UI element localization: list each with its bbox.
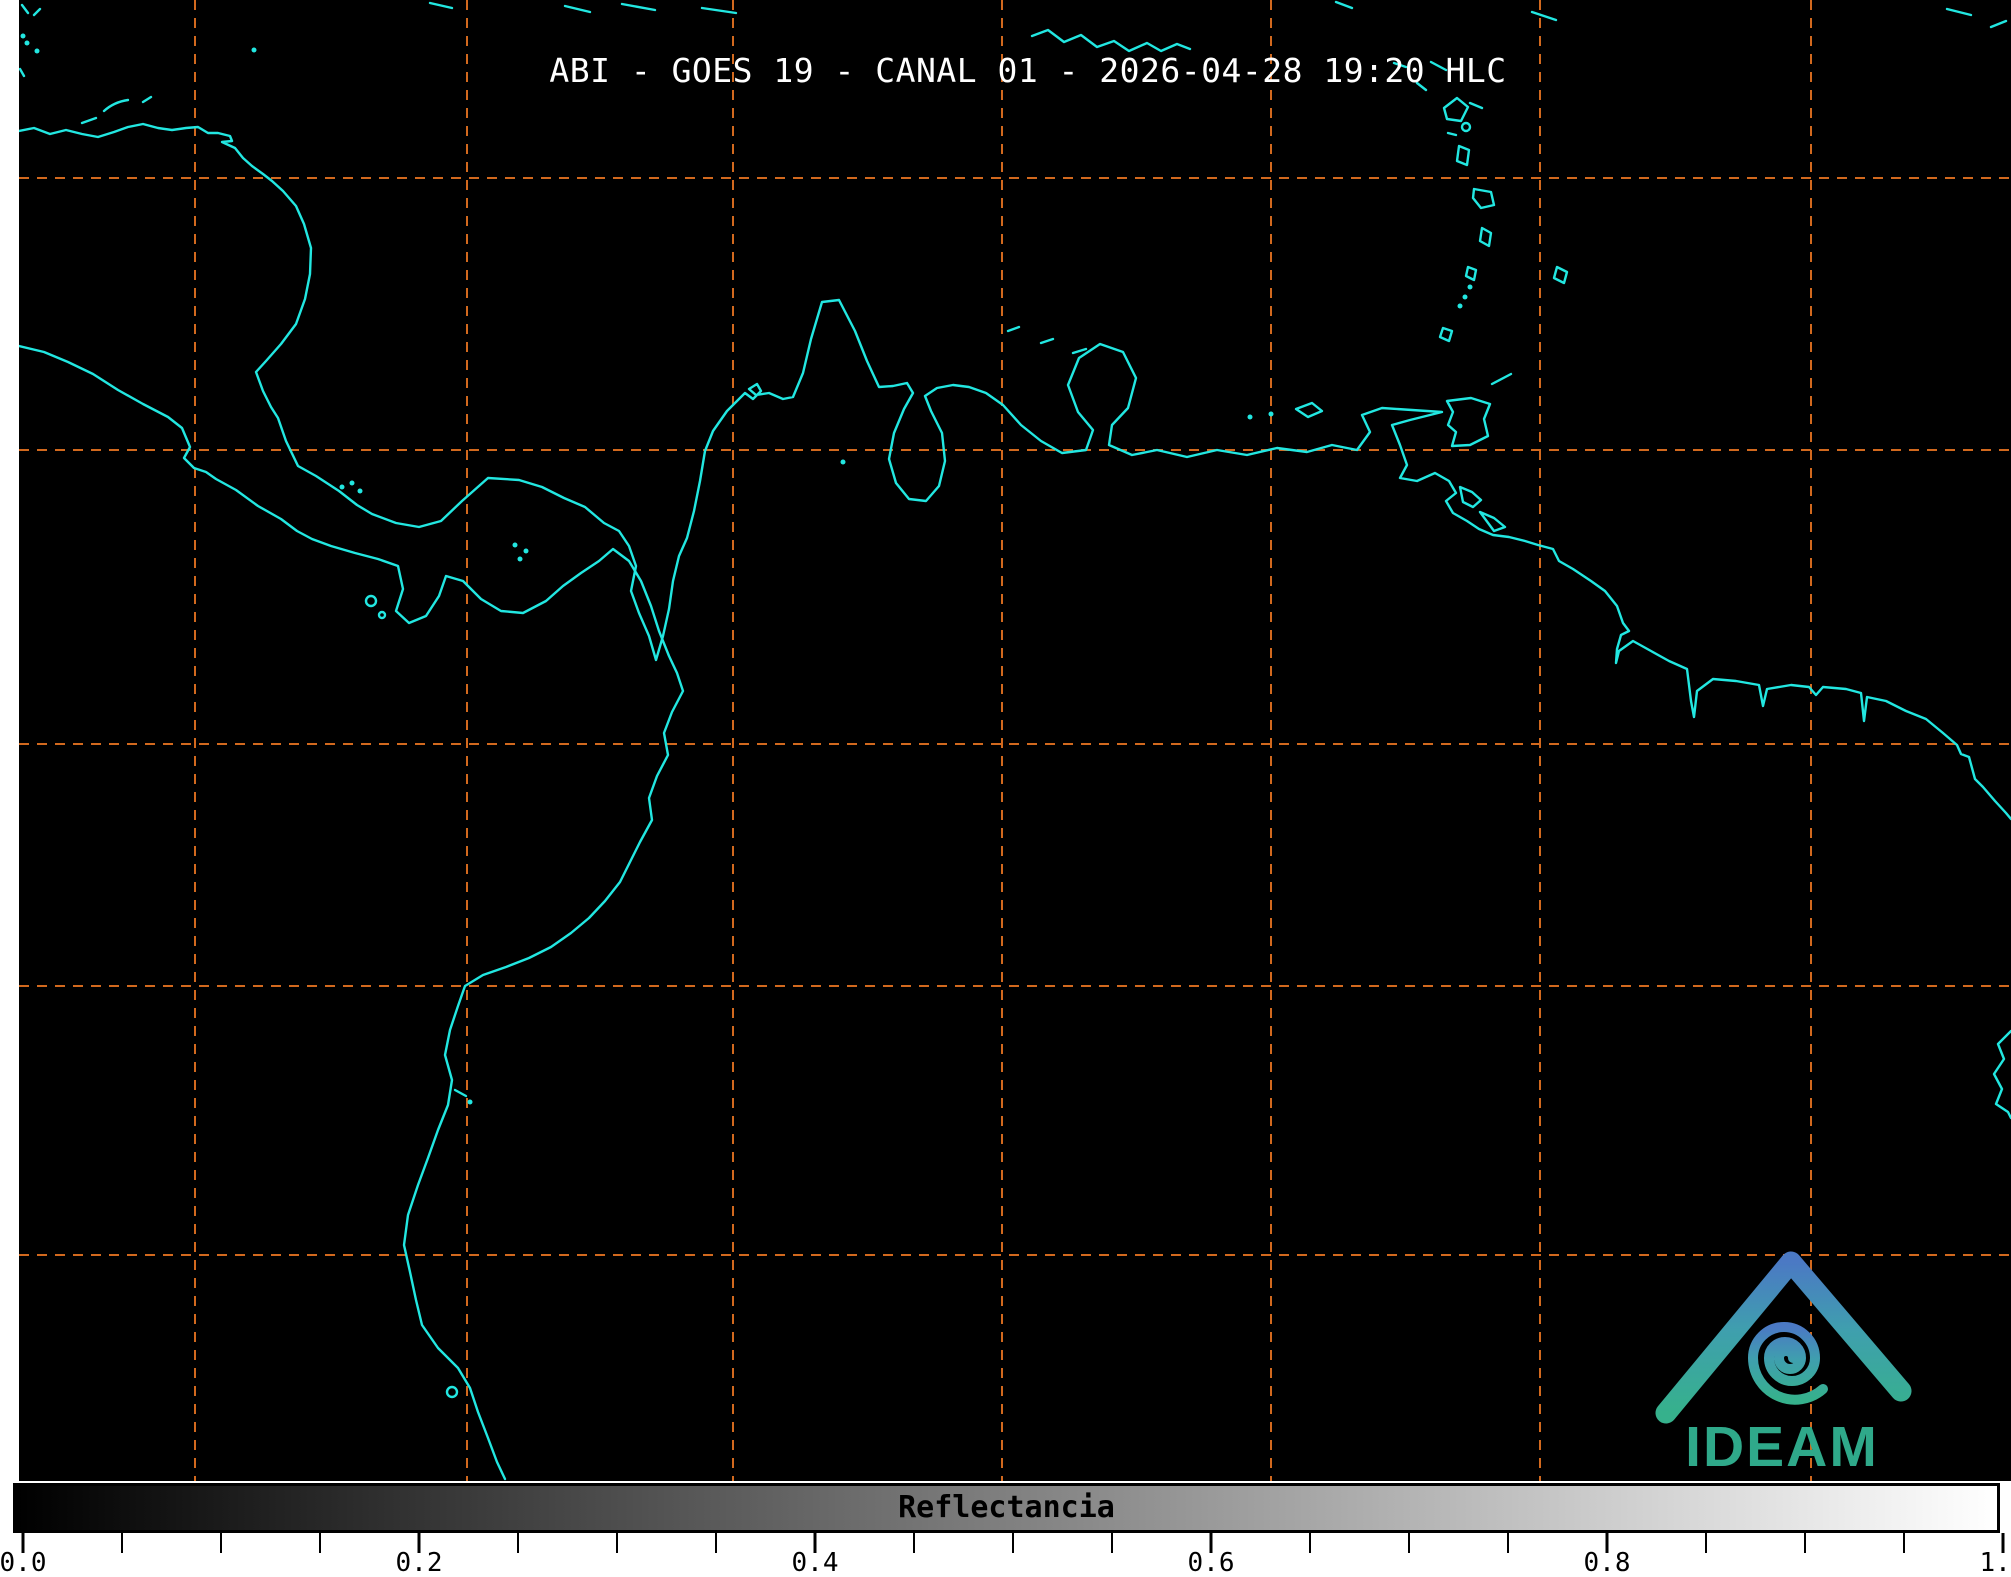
islet-dot xyxy=(1269,412,1274,417)
islet-dot xyxy=(25,41,30,46)
coastlines xyxy=(19,2,2011,1479)
coastline-pacific xyxy=(19,346,683,1479)
coastline-fragments-top-left xyxy=(20,5,151,123)
island-coiba xyxy=(366,596,376,606)
islet-dot xyxy=(252,48,257,53)
colorbar-tick-label: 0.2 xyxy=(396,1548,443,1577)
map-title: ABI - GOES 19 - CANAL 01 - 2026-04-28 19… xyxy=(549,52,1506,90)
islet-loop xyxy=(447,1387,457,1397)
satellite-image-viewer: IDEAM ABI - GOES 19 - CANAL 01 - 2026-04… xyxy=(0,0,2011,1577)
map-svg: IDEAM xyxy=(19,0,2011,1481)
islands-abc xyxy=(1008,327,1086,353)
islet-dot xyxy=(358,489,363,494)
colorbar-gradient: Reflectancia xyxy=(13,1483,2000,1533)
logo-text: IDEAM xyxy=(1685,1415,1879,1479)
islet-dot xyxy=(518,557,523,562)
coastline-fragments-top-edge xyxy=(430,2,2006,27)
colorbar-tick-label: 0.6 xyxy=(1188,1548,1235,1577)
island-margarita xyxy=(1296,403,1322,417)
colorbar-tick-label: 0.4 xyxy=(792,1548,839,1577)
colorbar-tick-labels: 0.00.20.40.60.81.0 xyxy=(23,1548,2003,1577)
colorbar-tick-label: 0.0 xyxy=(0,1548,46,1577)
islet-dot xyxy=(340,485,345,490)
coastline-orinoco-delta xyxy=(1460,487,1505,531)
ideam-logo: IDEAM xyxy=(1666,1262,1901,1479)
left-margin-strip xyxy=(0,0,19,1577)
islet-dot xyxy=(35,49,40,54)
islet-dot xyxy=(513,543,518,548)
islet xyxy=(379,612,385,618)
colorbar-label: Reflectancia xyxy=(898,1490,1115,1525)
graticule-gridlines xyxy=(19,0,2011,1481)
islet-dot xyxy=(841,460,846,465)
map-area: IDEAM ABI - GOES 19 - CANAL 01 - 2026-04… xyxy=(19,0,2011,1481)
islet-dot xyxy=(1248,415,1253,420)
islet-dot xyxy=(524,549,529,554)
lesser-antilles-islands xyxy=(1394,62,1567,384)
islets-pacific-coast xyxy=(455,1090,466,1096)
coastline-caribbean-north xyxy=(19,124,2011,819)
logo-spiral-icon xyxy=(1753,1327,1823,1400)
colorbar-tick-label: 1.0 xyxy=(1980,1548,2011,1577)
coastline-hispaniola-south xyxy=(1032,30,1190,51)
islet-dot xyxy=(350,481,355,486)
islet-dot xyxy=(21,34,26,39)
island-trinidad xyxy=(1447,398,1490,446)
islet-dot xyxy=(468,1100,473,1105)
coastline-fragment-right-edge xyxy=(1994,1031,2011,1118)
colorbar-tick-label: 0.8 xyxy=(1584,1548,1631,1577)
